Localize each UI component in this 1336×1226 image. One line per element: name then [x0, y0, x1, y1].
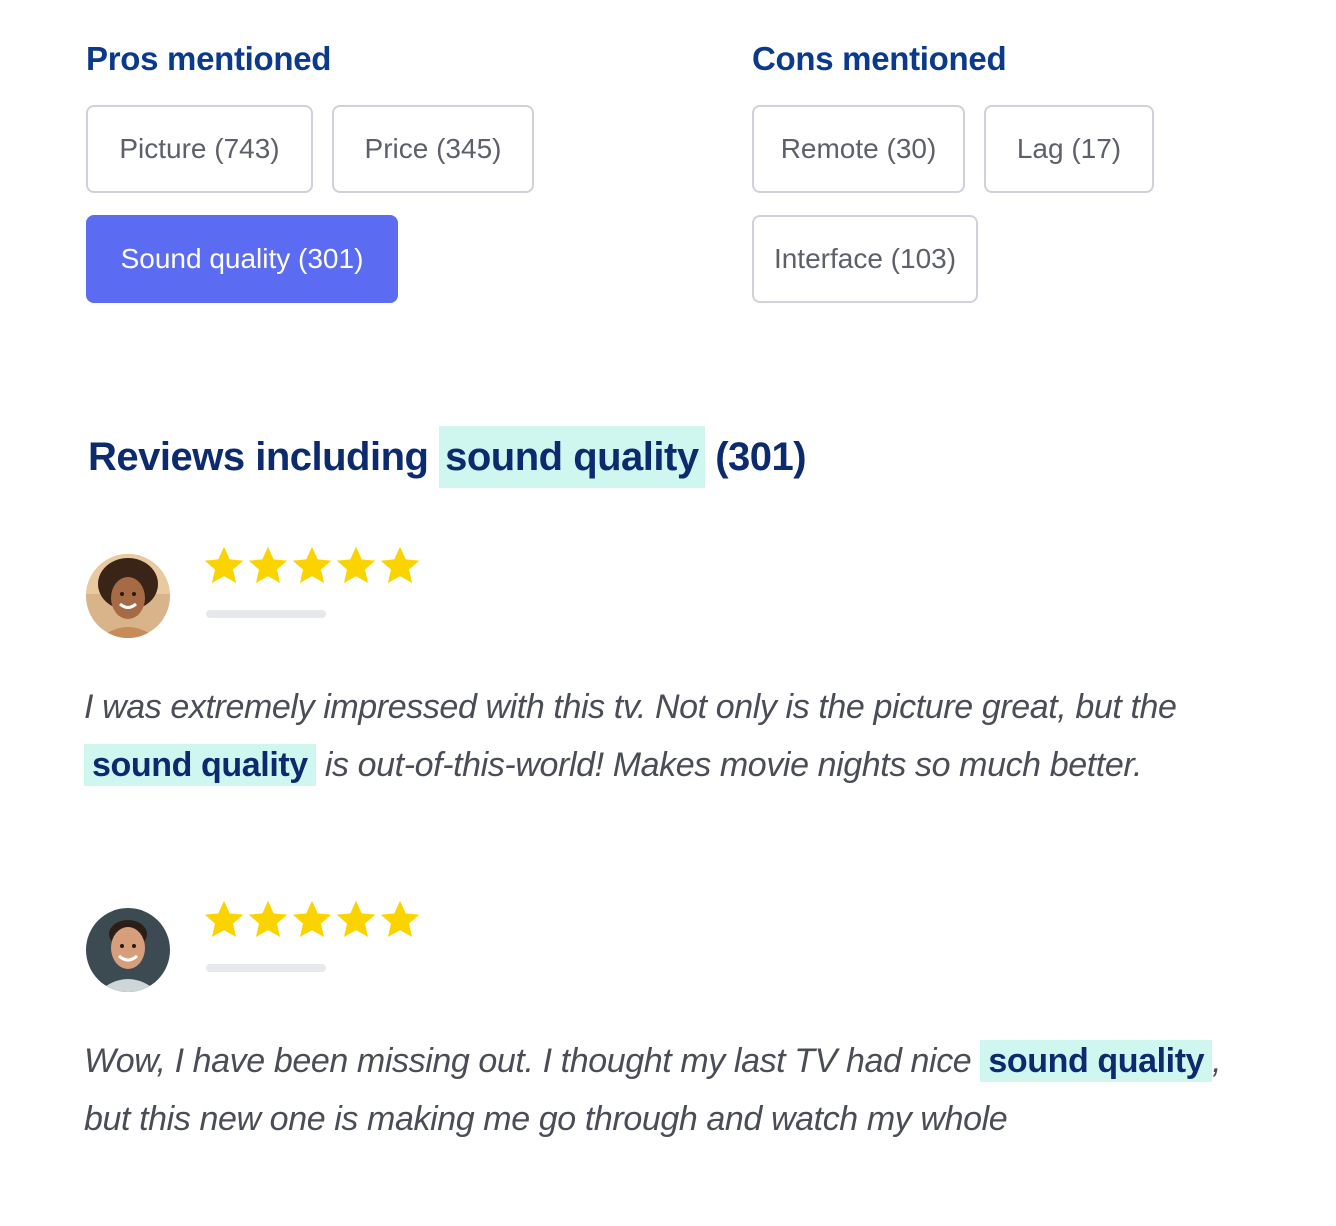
- star-icon: [290, 898, 334, 942]
- reviews-heading-highlight: sound quality: [439, 426, 705, 488]
- review-highlight: sound quality: [84, 744, 316, 786]
- review-text-before: I was extremely impressed with this tv. …: [84, 688, 1177, 726]
- review-text-after: is out-of-this-world! Makes movie nights…: [324, 746, 1143, 784]
- chip-picture[interactable]: Picture (743): [86, 105, 313, 193]
- star-rating: [202, 544, 422, 588]
- star-icon: [334, 898, 378, 942]
- avatar: [86, 554, 170, 638]
- review-highlight: sound quality: [980, 1040, 1213, 1082]
- chip-interface[interactable]: Interface (103): [752, 215, 978, 303]
- rating-placeholder-bar: [206, 610, 326, 618]
- chip-remote[interactable]: Remote (30): [752, 105, 965, 193]
- star-icon: [246, 544, 290, 588]
- star-icon: [378, 544, 422, 588]
- star-icon: [290, 544, 334, 588]
- review-text: Wow, I have been missing out. I thought …: [84, 1032, 1244, 1148]
- chip-lag[interactable]: Lag (17): [984, 105, 1154, 193]
- cons-title: Cons mentioned: [752, 40, 1007, 77]
- review-text-before: Wow, I have been missing out. I thought …: [84, 1042, 972, 1080]
- star-rating: [202, 898, 422, 942]
- chip-price[interactable]: Price (345): [332, 105, 534, 193]
- review-text: I was extremely impressed with this tv. …: [84, 678, 1264, 794]
- star-icon: [378, 898, 422, 942]
- chip-sound-quality[interactable]: Sound quality (301): [86, 215, 398, 303]
- reviews-heading-count: (301): [715, 435, 807, 479]
- star-icon: [246, 898, 290, 942]
- pros-title: Pros mentioned: [86, 40, 332, 77]
- avatar: [86, 908, 170, 992]
- reviews-heading-prefix: Reviews including: [88, 435, 429, 479]
- star-icon: [202, 544, 246, 588]
- reviews-heading: Reviews including sound quality (301): [88, 426, 807, 488]
- star-icon: [334, 544, 378, 588]
- rating-placeholder-bar: [206, 964, 326, 972]
- star-icon: [202, 898, 246, 942]
